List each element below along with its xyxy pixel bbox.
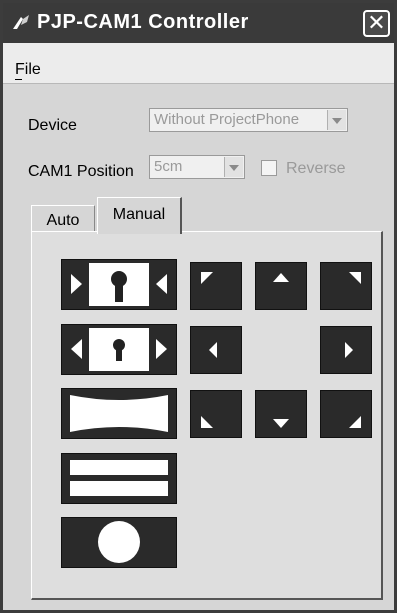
circle-button[interactable] <box>61 517 177 568</box>
cam-position-value: 5cm <box>154 158 183 175</box>
zoom-in-button[interactable] <box>61 259 177 310</box>
camera-icon <box>13 15 29 29</box>
zoom-out-button[interactable] <box>61 324 177 375</box>
device-select-value: Without ProjectPhone <box>154 111 300 128</box>
app-window: PJP-CAM1 Controller ✕ File Device Withou… <box>0 0 397 613</box>
up-left-arrow-icon <box>201 272 213 284</box>
reverse-checkbox[interactable] <box>261 160 277 176</box>
manual-panel <box>31 231 383 600</box>
tab-auto[interactable]: Auto <box>31 205 95 232</box>
chevron-down-icon[interactable] <box>327 110 346 130</box>
up-right-arrow-icon <box>349 272 361 284</box>
cam-position-label: CAM1 Position <box>28 163 134 180</box>
reverse-label: Reverse <box>286 160 346 177</box>
title-bar[interactable]: PJP-CAM1 Controller ✕ <box>3 3 394 43</box>
zoom-in-icon <box>71 263 167 306</box>
split-screen-icon <box>70 460 168 496</box>
tab-manual[interactable]: Manual <box>97 197 182 234</box>
tab-auto-label: Auto <box>46 212 80 229</box>
down-right-arrow-icon <box>349 416 361 428</box>
chevron-down-icon[interactable] <box>224 157 243 177</box>
down-arrow-icon <box>273 419 289 428</box>
tab-manual-label: Manual <box>112 206 166 223</box>
close-icon: ✕ <box>367 10 386 35</box>
close-button[interactable]: ✕ <box>363 10 390 37</box>
zoom-out-icon <box>71 328 167 371</box>
split-screen-button[interactable] <box>61 453 177 504</box>
move-left-button[interactable] <box>190 326 242 374</box>
menu-file[interactable]: File <box>15 61 41 79</box>
circle-icon <box>98 521 140 563</box>
menu-bar: File <box>3 43 394 84</box>
move-down-left-button[interactable] <box>190 390 242 438</box>
down-left-arrow-icon <box>201 416 213 428</box>
cam-position-select[interactable]: 5cm <box>149 155 245 179</box>
move-up-left-button[interactable] <box>190 262 242 310</box>
move-right-button[interactable] <box>320 326 372 374</box>
device-label: Device <box>28 117 77 134</box>
right-arrow-icon <box>345 342 353 358</box>
device-select[interactable]: Without ProjectPhone <box>149 108 348 132</box>
move-up-button[interactable] <box>255 262 307 310</box>
left-arrow-icon <box>209 342 217 358</box>
move-up-right-button[interactable] <box>320 262 372 310</box>
move-down-right-button[interactable] <box>320 390 372 438</box>
keystone-button[interactable] <box>61 388 177 439</box>
mnemonic-underline <box>15 79 22 80</box>
window-title: PJP-CAM1 Controller <box>37 11 249 33</box>
keystone-icon <box>70 395 168 432</box>
up-arrow-icon <box>273 273 289 282</box>
move-down-button[interactable] <box>255 390 307 438</box>
